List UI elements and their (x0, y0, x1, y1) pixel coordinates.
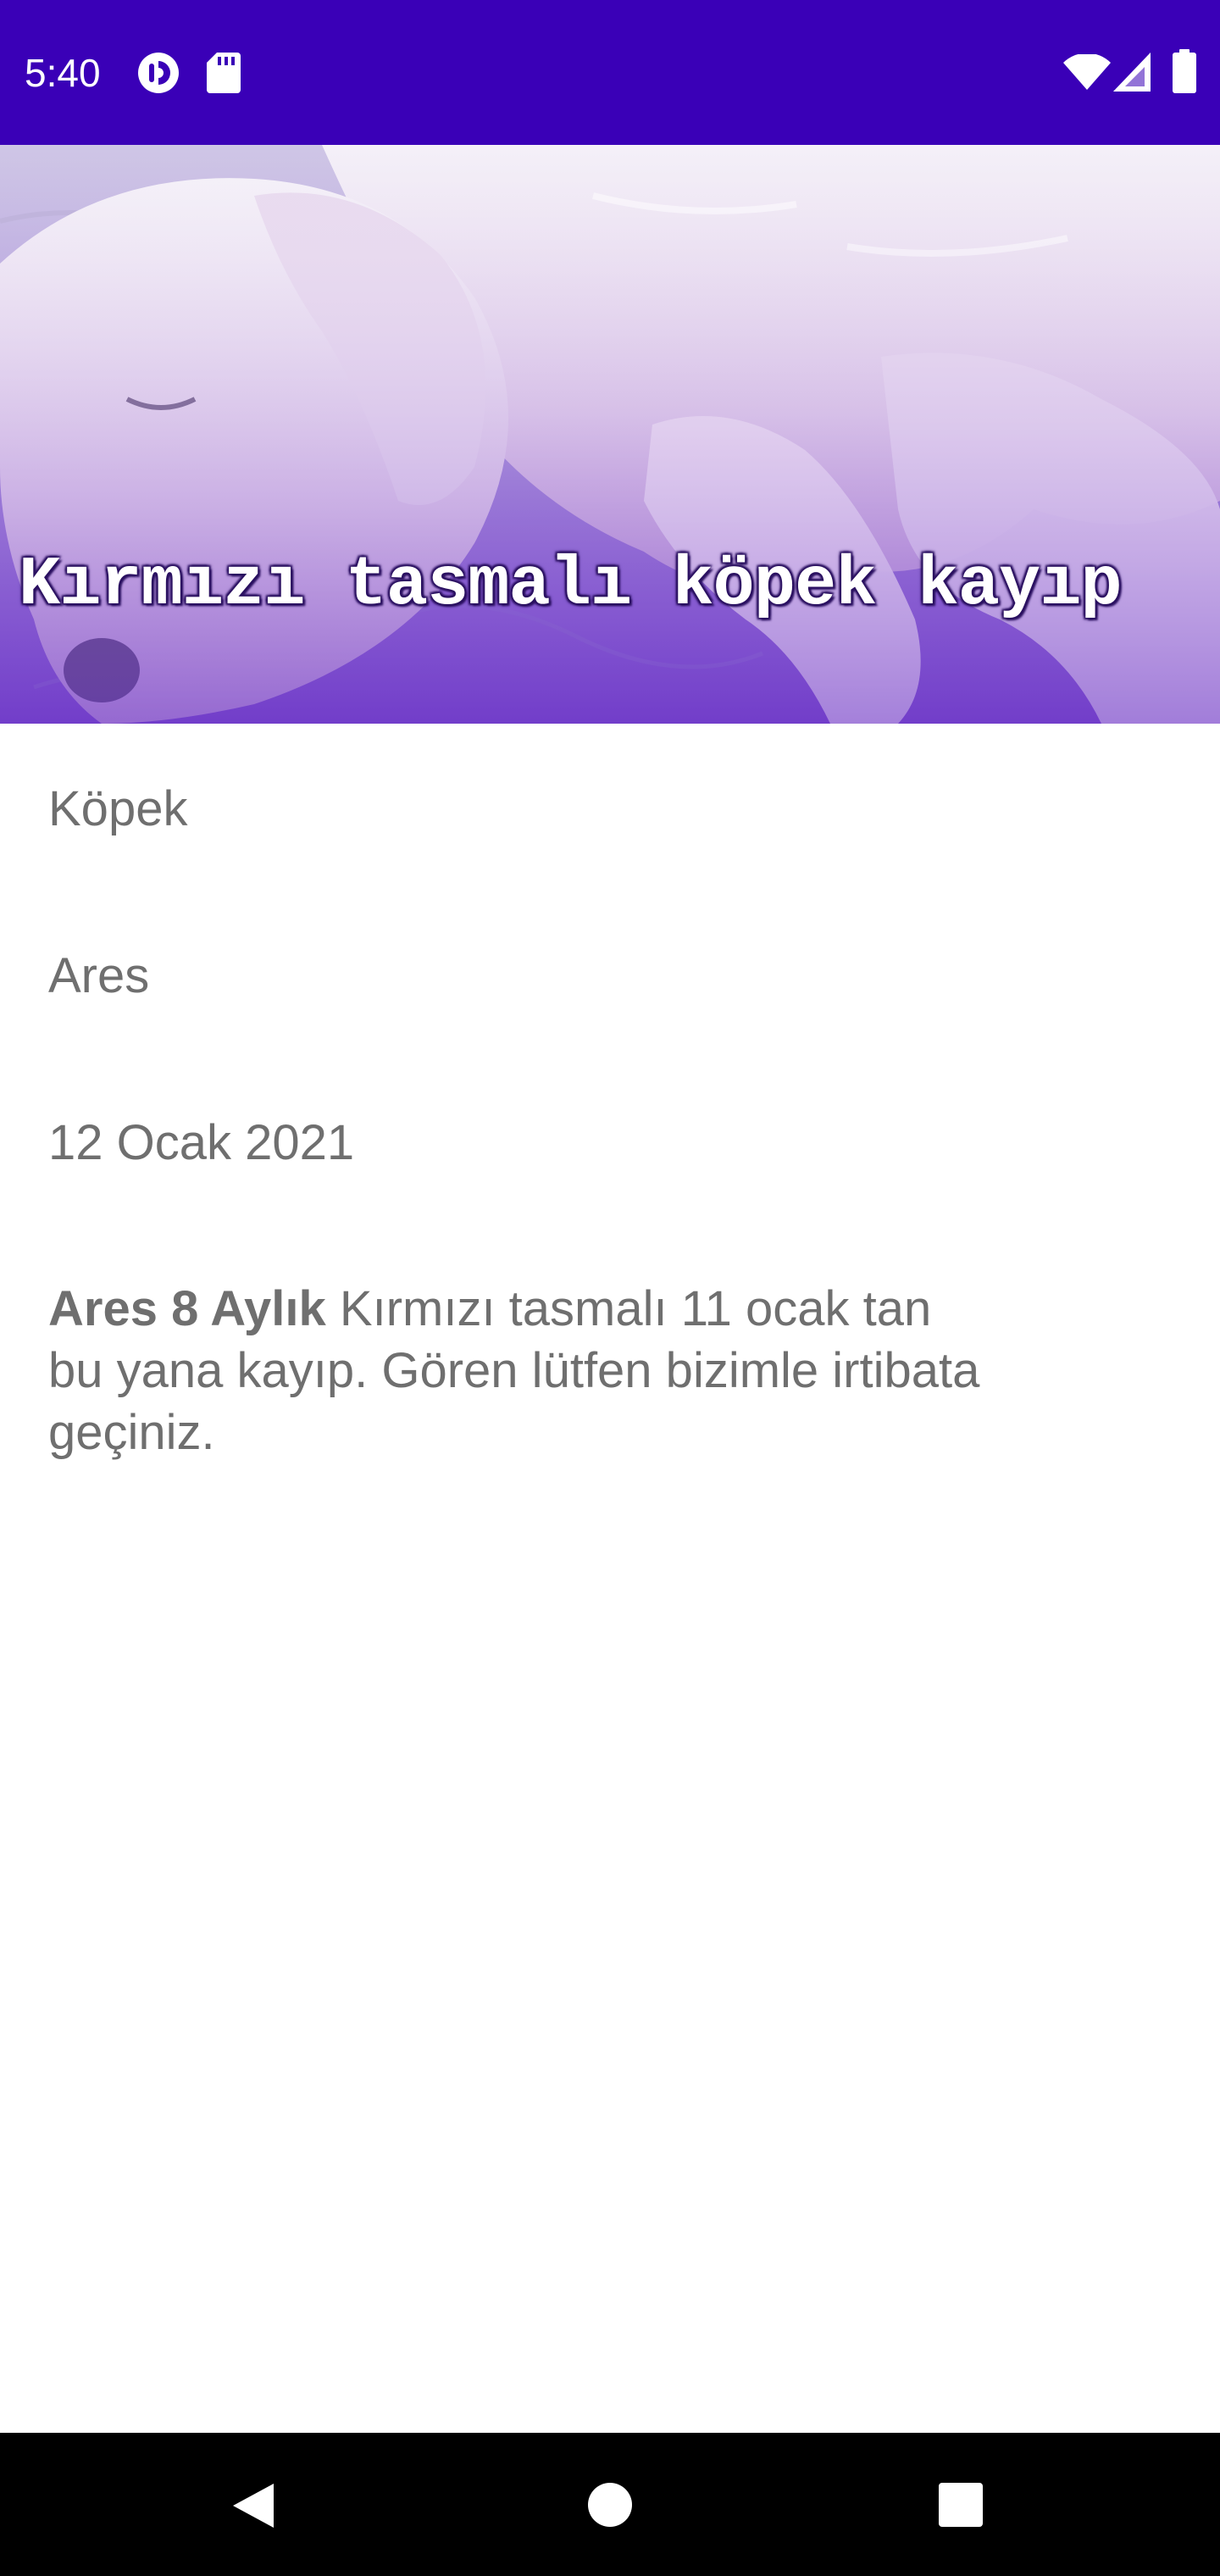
hero-image: Kırmızı tasmalı köpek kayıp (0, 145, 1220, 724)
description-line2: bu yana kayıp. Gören lütfen bizimle irti… (48, 1343, 980, 1398)
status-time: 5:40 (25, 51, 101, 95)
lost-date: 12 Ocak 2021 (48, 1115, 355, 1170)
hero-caption: Kırmızı tasmalı köpek kayıp (19, 546, 1123, 625)
cell-signal-icon (1113, 53, 1151, 92)
pet-name: Ares (48, 948, 150, 1003)
wifi-icon (1063, 54, 1111, 90)
status-bar: 5:40 (0, 0, 1220, 145)
pocket-casts-icon (138, 53, 179, 93)
navigation-bar (0, 2433, 1220, 2576)
home-icon[interactable] (587, 2482, 633, 2528)
battery-icon (1173, 49, 1196, 93)
back-icon[interactable] (230, 2482, 277, 2529)
screen: 5:40 Kırmızı tasmalı köpek kayıp Köpek A… (0, 0, 1220, 2576)
sd-card-icon (207, 53, 241, 93)
description-line3: geçiniz. (48, 1405, 215, 1460)
recents-icon[interactable] (938, 2482, 984, 2528)
description-line1: Kırmızı tasmalı 11 ocak tan (325, 1281, 932, 1336)
description-bold: Ares 8 Aylık (48, 1281, 326, 1336)
sleeping-puppy-photo (0, 145, 1220, 724)
pet-type: Köpek (48, 781, 188, 836)
description: Ares 8 Aylık Kırmızı tasmalı 11 ocak tan… (48, 1278, 1099, 1463)
